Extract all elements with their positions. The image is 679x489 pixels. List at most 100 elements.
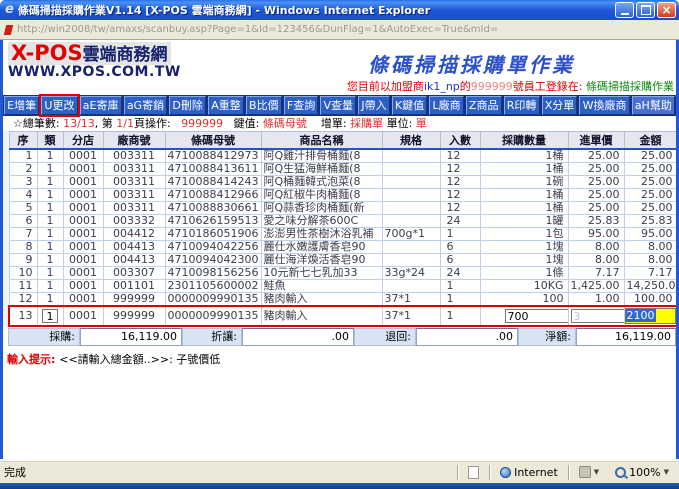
type-input[interactable]: [42, 309, 58, 323]
table-row[interactable]: 2100010033114710088413611阿Q生猛海鮮桶麵(8121桶2…: [9, 163, 677, 176]
toolbar-button-print-transfer[interactable]: R印轉: [504, 96, 540, 115]
toolbar-button-compare-price[interactable]: B比價: [246, 96, 282, 115]
cell-barcode: 0000009990135: [165, 306, 261, 326]
cell-vendor: 004412: [103, 228, 165, 241]
discount-value: .00: [242, 328, 354, 346]
cell-type: 1: [37, 228, 63, 241]
cell-price: 25.00: [568, 202, 624, 215]
cell-type: 1: [37, 149, 63, 163]
maximize-button[interactable]: [636, 2, 655, 18]
table-row[interactable]: 5100010033114710088830661阿Q蒜香珍肉桶麵(新121桶2…: [9, 202, 677, 215]
chevron-down-icon: ▼: [594, 468, 599, 476]
cell-amount: 8.00: [624, 254, 677, 267]
title-bar: e 條碼掃描採購作業V1.14 [X-POS 雲端商務網] - Windows …: [0, 0, 679, 20]
cell-price: 95.00: [568, 228, 624, 241]
cell-seq: 10: [9, 267, 37, 280]
cell-qty-per: 6: [440, 241, 480, 254]
table-row[interactable]: 7100010044124710186051906澎澎男性茶樹沐浴乳補700g*…: [9, 228, 677, 241]
cell-amount: 25.00: [624, 176, 677, 189]
column-header-spec: 規格: [382, 132, 440, 150]
toolbar-button-refresh[interactable]: A重整: [208, 96, 244, 115]
toolbar-button-consign[interactable]: aG寄銷: [124, 96, 168, 115]
cell-qty-per: 24: [440, 215, 480, 228]
protected-mode-control[interactable]: ▼: [573, 466, 605, 478]
toolbar-button-send-warehouse[interactable]: aE寄庫: [80, 96, 122, 115]
close-button[interactable]: ×: [657, 2, 676, 18]
browser-window: e 條碼掃描採購作業V1.14 [X-POS 雲端商務網] - Windows …: [0, 0, 679, 489]
cell-spec: [382, 149, 440, 163]
cell-price: 25.83: [568, 215, 624, 228]
cell-store: 0001: [63, 228, 103, 241]
add-order-value: 採購單: [350, 117, 383, 130]
column-header-store: 分店: [63, 132, 103, 150]
cell-name: 愛之味分解茶600C: [261, 215, 382, 228]
url-text[interactable]: http://win2008/tw/amaxs/scanbuy.asp?Page…: [17, 24, 498, 35]
address-bar: http://win2008/tw/amaxs/scanbuy.asp?Page…: [0, 20, 679, 40]
cell-price: 25.00: [568, 176, 624, 189]
toolbar-button-query[interactable]: F查詢: [284, 96, 319, 115]
cell-amount: 7.17: [624, 267, 677, 280]
cell-amount: 25.00: [624, 163, 677, 176]
window-title: 條碼掃描採購作業V1.14 [X-POS 雲端商務網] - Windows In…: [18, 2, 613, 18]
toolbar-button-key-value[interactable]: K鍵值: [392, 96, 428, 115]
toolbar-button-change-vendor[interactable]: W換廠商: [579, 96, 629, 115]
table-row[interactable]: 12100019999990000009990135豬肉輸入37*111001.…: [9, 293, 677, 307]
amount-input[interactable]: 2100: [625, 308, 677, 324]
table-row[interactable]: 1010001003307471009815625610元新七七乳加3333g*…: [9, 267, 677, 280]
cell-qty: 100: [480, 293, 568, 307]
cell-barcode: 4710098156256: [165, 267, 261, 280]
cell-qty: 1桶: [480, 149, 568, 163]
toolbar: E增筆 U更改 aE寄庫 aG寄銷 D刪除 A重整 B比價 F查詢 V查量 J帶…: [3, 95, 676, 116]
cell-name: 澎澎男性茶樹沐浴乳補: [261, 228, 382, 241]
toolbar-button-vendor[interactable]: L廠商: [429, 96, 463, 115]
toolbar-button-delete[interactable]: D刪除: [169, 96, 206, 115]
unit-price-input[interactable]: [571, 309, 625, 323]
minimize-button[interactable]: [615, 2, 634, 18]
zoom-control[interactable]: 100%▼: [609, 466, 675, 479]
login-mid2: 號員工登錄在:: [513, 80, 586, 93]
cell-spec: [382, 163, 440, 176]
cell-store: 0001: [63, 189, 103, 202]
table-row[interactable]: 9100010044134710094042300麗仕海洋煥活香皂9061塊8.…: [9, 254, 677, 267]
page-mode-indicator: [462, 466, 485, 479]
table-row[interactable]: 3100010033114710088414243阿Q桶麵韓式泡菜(8121碗2…: [9, 176, 677, 189]
table-row-editing[interactable]: 13 0001 999999 0000009990135 豬肉輸入 37*1 1…: [9, 306, 677, 326]
operator-value: 999999: [181, 117, 223, 130]
toolbar-button-import[interactable]: J帶入: [358, 96, 390, 115]
cell-seq: 12: [9, 293, 37, 307]
page-error-icon: [4, 25, 13, 35]
cell-vendor: 004413: [103, 241, 165, 254]
table-row[interactable]: 4100010033114710088412966阿Q紅椒牛肉桶麵(8121桶2…: [9, 189, 677, 202]
unit-label: 單位:: [383, 117, 416, 130]
toolbar-button-product[interactable]: Z商品: [466, 96, 502, 115]
purchase-total-label: 採購:: [8, 328, 80, 346]
cell-barcode: 4710088412973: [165, 149, 261, 163]
column-header-product-name: 商品名稱: [261, 132, 382, 150]
toolbar-button-split-order[interactable]: X分單: [542, 96, 578, 115]
status-bar: 完成 Internet ▼ 100%▼: [0, 459, 679, 483]
cell-type: [37, 306, 63, 326]
toolbar-button-check-qty[interactable]: V查量: [320, 96, 356, 115]
cell-amount: 95.00: [624, 228, 677, 241]
cell-store: 0001: [63, 293, 103, 307]
table-row[interactable]: 1100010033114710088412973阿Q雞汁排骨桶麵(8121桶2…: [9, 149, 677, 163]
toolbar-button-add-line[interactable]: E增筆: [4, 96, 39, 115]
table-row[interactable]: 6100010033324710626159513愛之味分解茶600C241罐2…: [9, 215, 677, 228]
cell-type: 1: [37, 293, 63, 307]
table-row[interactable]: 11100010011012301105600002鮭魚110KG1,425.0…: [9, 280, 677, 293]
purchase-qty-input[interactable]: [505, 309, 569, 323]
cell-seq: 6: [9, 215, 37, 228]
cell-barcode: 4710088412966: [165, 189, 261, 202]
toolbar-button-modify[interactable]: U更改: [41, 96, 77, 115]
cell-type: 1: [37, 267, 63, 280]
cell-name: 鮭魚: [261, 280, 382, 293]
cell-seq: 4: [9, 189, 37, 202]
cell-qty-per: 24: [440, 267, 480, 280]
return-label: 退回:: [354, 328, 416, 346]
operator-label: 頁操作:: [134, 117, 181, 130]
table-row[interactable]: 8100010044134710094042256麗仕水嫩護膚香皂9061塊8.…: [9, 241, 677, 254]
window-bottom-border: [0, 483, 679, 489]
cell-spec: [382, 280, 440, 293]
cell-amount: 25.83: [624, 215, 677, 228]
toolbar-button-help[interactable]: aH幫助: [632, 96, 675, 115]
